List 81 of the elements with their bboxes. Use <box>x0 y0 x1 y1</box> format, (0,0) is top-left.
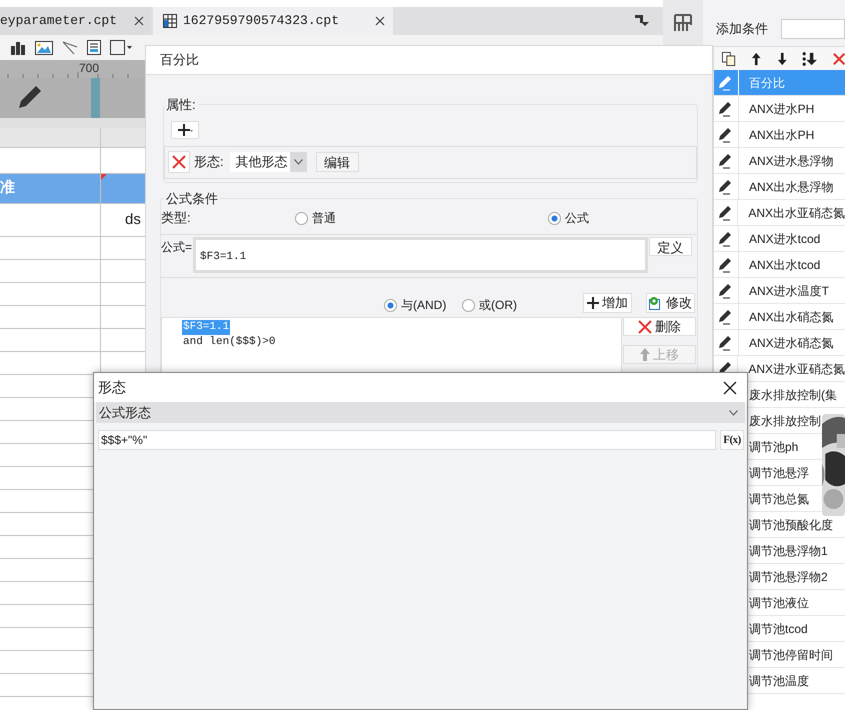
delete-button[interactable]: 删除 <box>623 317 696 336</box>
condition-line[interactable]: and len($$$)>0 <box>182 335 276 350</box>
attribute-dropdown[interactable]: 其他形态 <box>230 152 307 172</box>
arrow-up-icon[interactable] <box>751 50 762 66</box>
cell-text: ds <box>125 210 141 230</box>
line-icon[interactable] <box>62 40 78 54</box>
ruler-label: 700 <box>79 61 100 75</box>
formula-label: 公式= <box>161 239 192 256</box>
pencil-icon <box>718 178 734 194</box>
add-button[interactable]: 增加 <box>583 293 632 313</box>
move-bottom-icon[interactable] <box>802 50 818 66</box>
plus-icon <box>587 297 599 309</box>
border-icon[interactable] <box>110 40 132 55</box>
condition-item[interactable]: ANX进水PH <box>714 96 845 122</box>
copy-icon[interactable] <box>722 50 736 66</box>
close-icon[interactable] <box>375 16 385 26</box>
condition-item[interactable]: ANX出水悬浮物 <box>714 174 845 200</box>
radio-option[interactable]: 普通 <box>295 209 336 227</box>
pencil-icon <box>718 308 734 324</box>
radio-option[interactable]: 与(AND) <box>384 296 446 314</box>
column-marker[interactable] <box>91 78 100 118</box>
modify-button[interactable]: 修改 <box>646 293 695 313</box>
arrow-down-icon[interactable] <box>776 50 787 66</box>
gear-icon <box>649 296 663 310</box>
condition-item[interactable]: ANX出水tcod <box>714 252 845 278</box>
edit-button[interactable]: 编辑 <box>316 152 359 172</box>
cell-text: 准 <box>0 178 15 198</box>
plus-icon <box>177 122 193 136</box>
close-icon[interactable] <box>134 16 144 26</box>
radio-icon <box>462 298 475 312</box>
condition-item[interactable]: ANX出水硝态氮 <box>714 304 845 330</box>
pencil-icon <box>718 204 734 220</box>
pencil-icon <box>718 334 734 350</box>
type-label: 类型: <box>161 209 191 228</box>
condition-item[interactable]: ANX进水悬浮物 <box>714 148 845 174</box>
formula-editor-button[interactable]: F(x) <box>720 430 744 450</box>
pencil-icon <box>718 100 734 116</box>
add-attribute-button[interactable] <box>171 120 199 138</box>
dialog-title: 形态 <box>98 378 126 397</box>
formula-legend: 公式条件 <box>164 188 220 208</box>
grid-icon <box>163 14 177 28</box>
chevron-down-icon <box>729 410 738 416</box>
cell-corner-mark <box>101 174 107 180</box>
remove-attribute-button[interactable] <box>168 151 190 173</box>
condition-item[interactable]: ANX进水硝态氮 <box>714 330 845 356</box>
grid-icon[interactable] <box>674 14 692 32</box>
condition-item[interactable]: ANX进水温度T <box>714 278 845 304</box>
chevron-down-icon <box>294 159 303 165</box>
pencil-icon <box>718 230 734 246</box>
attributes-legend: 属性: <box>164 95 198 114</box>
radio-icon <box>295 212 308 224</box>
define-button[interactable]: 定义 <box>649 237 692 256</box>
bar-chart-icon[interactable] <box>10 40 26 54</box>
dialog-title: 百分比 <box>160 51 199 70</box>
radio-icon <box>384 298 397 312</box>
pencil-icon <box>718 74 734 90</box>
pencil-icon <box>718 152 734 168</box>
file-tab[interactable]: 1627959790574323.cpt <box>153 7 393 35</box>
attribute-label: 形态: <box>194 153 224 172</box>
condition-item[interactable]: ANX进水tcod <box>714 226 845 252</box>
condition-item[interactable]: ANX出水亚硝态氮 <box>714 200 845 226</box>
add-condition-label: 添加条件 <box>716 20 768 38</box>
document-icon[interactable] <box>87 40 101 55</box>
pencil-icon <box>718 126 734 142</box>
pencil-icon <box>718 256 734 272</box>
condition-name-field[interactable] <box>781 19 845 39</box>
condition-item[interactable]: ANX出水PH <box>714 122 845 148</box>
radio-icon <box>548 212 561 224</box>
arrow-up-icon <box>640 348 650 361</box>
delete-icon[interactable] <box>832 52 845 66</box>
radio-option[interactable]: 或(OR) <box>462 296 517 314</box>
close-icon[interactable] <box>723 380 737 394</box>
radio-option[interactable]: 公式 <box>548 209 589 227</box>
pencil-icon <box>718 282 734 298</box>
close-icon <box>172 155 186 169</box>
dropdown-menu-icon[interactable] <box>635 15 649 27</box>
style-formula-field[interactable]: $$$+"%" <box>98 430 716 450</box>
formula-text-area[interactable]: $F3=1.1 <box>193 237 648 273</box>
image-icon[interactable] <box>35 40 53 54</box>
style-type-dropdown[interactable]: 公式形态 <box>96 402 745 423</box>
close-icon <box>638 320 652 334</box>
